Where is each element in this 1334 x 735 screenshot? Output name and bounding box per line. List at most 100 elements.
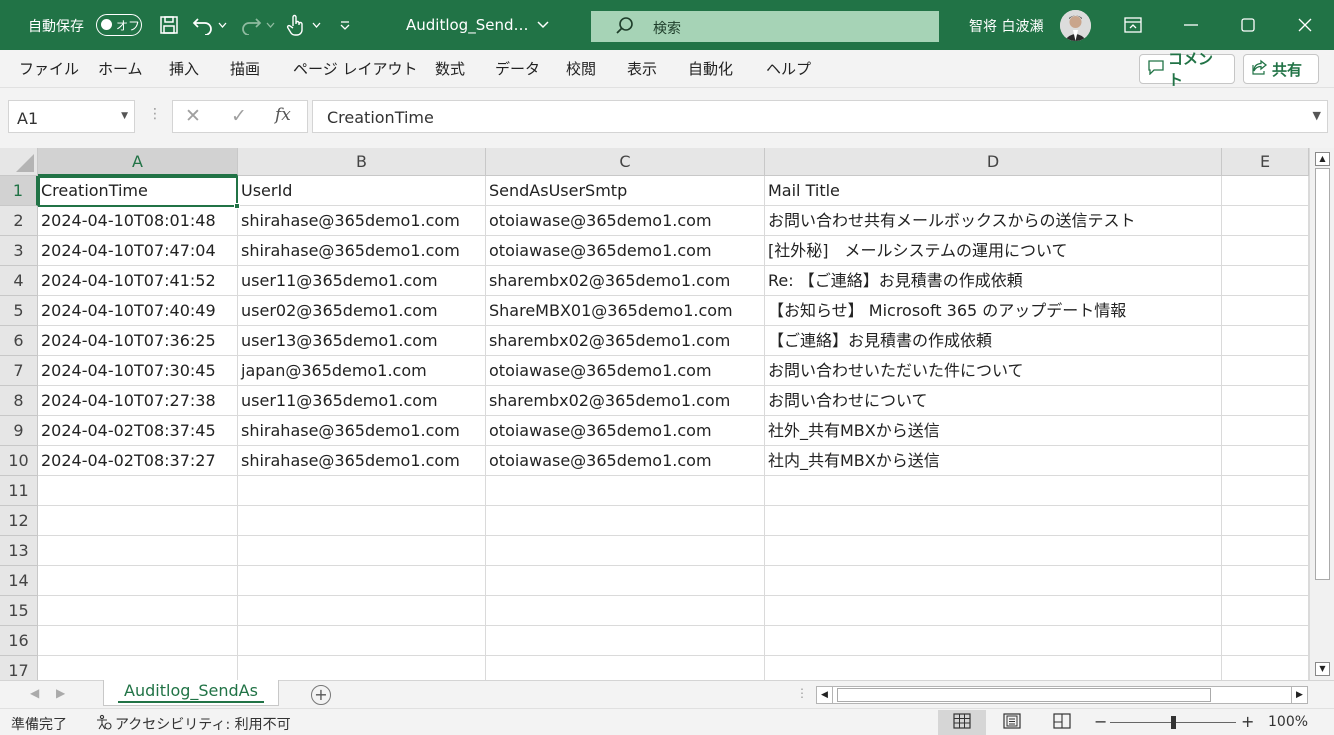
tab-insert[interactable]: 挿入 bbox=[169, 58, 199, 79]
cell-c4[interactable]: sharembx02@365demo1.com bbox=[486, 266, 765, 296]
cell-e1[interactable] bbox=[1222, 176, 1309, 206]
cell-a6[interactable]: 2024-04-10T07:36:25 bbox=[38, 326, 238, 356]
confirm-entry-icon[interactable]: ✓ bbox=[231, 105, 247, 127]
cell-a7[interactable]: 2024-04-10T07:30:45 bbox=[38, 356, 238, 386]
file-title-chevron-icon[interactable] bbox=[532, 14, 554, 36]
touch-mode-icon[interactable] bbox=[284, 14, 306, 36]
cell-c12[interactable] bbox=[486, 506, 765, 536]
tab-help[interactable]: ヘルプ bbox=[766, 58, 811, 79]
cell-b3[interactable]: shirahase@365demo1.com bbox=[238, 236, 486, 266]
cell-b13[interactable] bbox=[238, 536, 486, 566]
scroll-right-icon[interactable]: ▶ bbox=[1291, 687, 1307, 703]
cell-c11[interactable] bbox=[486, 476, 765, 506]
tab-automate[interactable]: 自動化 bbox=[688, 58, 733, 79]
redo-icon[interactable] bbox=[240, 14, 262, 36]
row-header-7[interactable]: 7 bbox=[0, 356, 38, 386]
accessibility-status[interactable]: アクセシビリティ: 利用不可 bbox=[96, 714, 291, 734]
file-title[interactable]: Auditlog_Send… bbox=[406, 16, 528, 34]
horizontal-scrollbar[interactable]: ◀ ▶ bbox=[816, 686, 1308, 704]
cell-a2[interactable]: 2024-04-10T08:01:48 bbox=[38, 206, 238, 236]
name-box[interactable]: A1 ▼ bbox=[8, 100, 135, 133]
cell-b15[interactable] bbox=[238, 596, 486, 626]
cancel-entry-icon[interactable]: ✕ bbox=[185, 105, 201, 127]
cell-d17[interactable] bbox=[765, 656, 1222, 680]
cell-e13[interactable] bbox=[1222, 536, 1309, 566]
avatar[interactable] bbox=[1060, 10, 1091, 41]
cell-d6[interactable]: 【ご連絡】お見積書の作成依頼 bbox=[765, 326, 1222, 356]
close-icon[interactable] bbox=[1292, 12, 1318, 38]
tab-formulas[interactable]: 数式 bbox=[435, 58, 465, 79]
row-header-5[interactable]: 5 bbox=[0, 296, 38, 326]
row-header-3[interactable]: 3 bbox=[0, 236, 38, 266]
row-header-17[interactable]: 17 bbox=[0, 656, 38, 680]
page-break-view-button[interactable] bbox=[1038, 710, 1086, 735]
cell-e9[interactable] bbox=[1222, 416, 1309, 446]
user-name[interactable]: 智将 白波瀬 bbox=[969, 16, 1043, 36]
cell-d9[interactable]: 社外_共有MBXから送信 bbox=[765, 416, 1222, 446]
row-header-8[interactable]: 8 bbox=[0, 386, 38, 416]
tab-data[interactable]: データ bbox=[495, 58, 540, 79]
cell-e2[interactable] bbox=[1222, 206, 1309, 236]
cell-c14[interactable] bbox=[486, 566, 765, 596]
zoom-slider-knob[interactable] bbox=[1171, 716, 1176, 729]
row-header-12[interactable]: 12 bbox=[0, 506, 38, 536]
scroll-left-icon[interactable]: ◀ bbox=[817, 687, 833, 703]
save-icon[interactable] bbox=[158, 14, 180, 36]
name-box-dropdown-icon[interactable]: ▼ bbox=[121, 111, 128, 121]
undo-dropdown-icon[interactable] bbox=[216, 14, 228, 36]
row-header-13[interactable]: 13 bbox=[0, 536, 38, 566]
cell-a17[interactable] bbox=[38, 656, 238, 680]
cell-d4[interactable]: Re: 【ご連絡】お見積書の作成依頼 bbox=[765, 266, 1222, 296]
formula-bar-resize-handle[interactable]: ⋮ bbox=[148, 106, 162, 122]
new-sheet-button[interactable]: + bbox=[311, 685, 331, 705]
cell-c9[interactable]: otoiawase@365demo1.com bbox=[486, 416, 765, 446]
tab-draw[interactable]: 描画 bbox=[230, 58, 260, 79]
cell-c15[interactable] bbox=[486, 596, 765, 626]
column-header-c[interactable]: C bbox=[486, 148, 765, 176]
cell-b12[interactable] bbox=[238, 506, 486, 536]
cell-b6[interactable]: user13@365demo1.com bbox=[238, 326, 486, 356]
cell-a12[interactable] bbox=[38, 506, 238, 536]
column-header-d[interactable]: D bbox=[765, 148, 1222, 176]
cell-e6[interactable] bbox=[1222, 326, 1309, 356]
cell-a15[interactable] bbox=[38, 596, 238, 626]
zoom-level[interactable]: 100% bbox=[1268, 714, 1308, 730]
row-header-10[interactable]: 10 bbox=[0, 446, 38, 476]
cell-d2[interactable]: お問い合わせ共有メールボックスからの送信テスト bbox=[765, 206, 1222, 236]
cell-e8[interactable] bbox=[1222, 386, 1309, 416]
scroll-down-icon[interactable]: ▼ bbox=[1315, 662, 1330, 676]
cell-b7[interactable]: japan@365demo1.com bbox=[238, 356, 486, 386]
sheet-next-icon[interactable]: ▶ bbox=[56, 686, 65, 700]
cell-e10[interactable] bbox=[1222, 446, 1309, 476]
tab-review[interactable]: 校閲 bbox=[566, 58, 596, 79]
cell-c10[interactable]: otoiawase@365demo1.com bbox=[486, 446, 765, 476]
search-box[interactable]: 検索 bbox=[591, 11, 939, 42]
cell-b2[interactable]: shirahase@365demo1.com bbox=[238, 206, 486, 236]
page-layout-view-button[interactable] bbox=[988, 710, 1036, 735]
row-header-1[interactable]: 1 bbox=[0, 176, 38, 206]
cell-d5[interactable]: 【お知らせ】 Microsoft 365 のアップデート情報 bbox=[765, 296, 1222, 326]
expand-formula-bar-icon[interactable]: ▼ bbox=[1313, 109, 1321, 122]
minimize-icon[interactable] bbox=[1178, 12, 1204, 38]
cell-e16[interactable] bbox=[1222, 626, 1309, 656]
tab-page-layout[interactable]: ページ レイアウト bbox=[293, 58, 417, 79]
cell-d3[interactable]: [社外秘] メールシステムの運用について bbox=[765, 236, 1222, 266]
horizontal-scroll-thumb[interactable] bbox=[837, 688, 1211, 702]
comments-button[interactable]: コメント bbox=[1139, 50, 1235, 89]
cell-b8[interactable]: user11@365demo1.com bbox=[238, 386, 486, 416]
scroll-up-icon[interactable]: ▲ bbox=[1315, 152, 1330, 166]
cell-c8[interactable]: sharembx02@365demo1.com bbox=[486, 386, 765, 416]
cell-c17[interactable] bbox=[486, 656, 765, 680]
cell-c5[interactable]: ShareMBX01@365demo1.com bbox=[486, 296, 765, 326]
row-header-16[interactable]: 16 bbox=[0, 626, 38, 656]
cell-a4[interactable]: 2024-04-10T07:41:52 bbox=[38, 266, 238, 296]
cell-d13[interactable] bbox=[765, 536, 1222, 566]
cell-b4[interactable]: user11@365demo1.com bbox=[238, 266, 486, 296]
autosave-toggle[interactable]: オフ bbox=[96, 14, 142, 36]
maximize-icon[interactable] bbox=[1235, 12, 1261, 38]
sheet-tab-active[interactable]: Auditlog_SendAs bbox=[103, 680, 279, 706]
cell-e3[interactable] bbox=[1222, 236, 1309, 266]
formula-input[interactable]: CreationTime ▼ bbox=[312, 100, 1328, 133]
zoom-in-icon[interactable]: + bbox=[1241, 712, 1254, 731]
cell-e5[interactable] bbox=[1222, 296, 1309, 326]
